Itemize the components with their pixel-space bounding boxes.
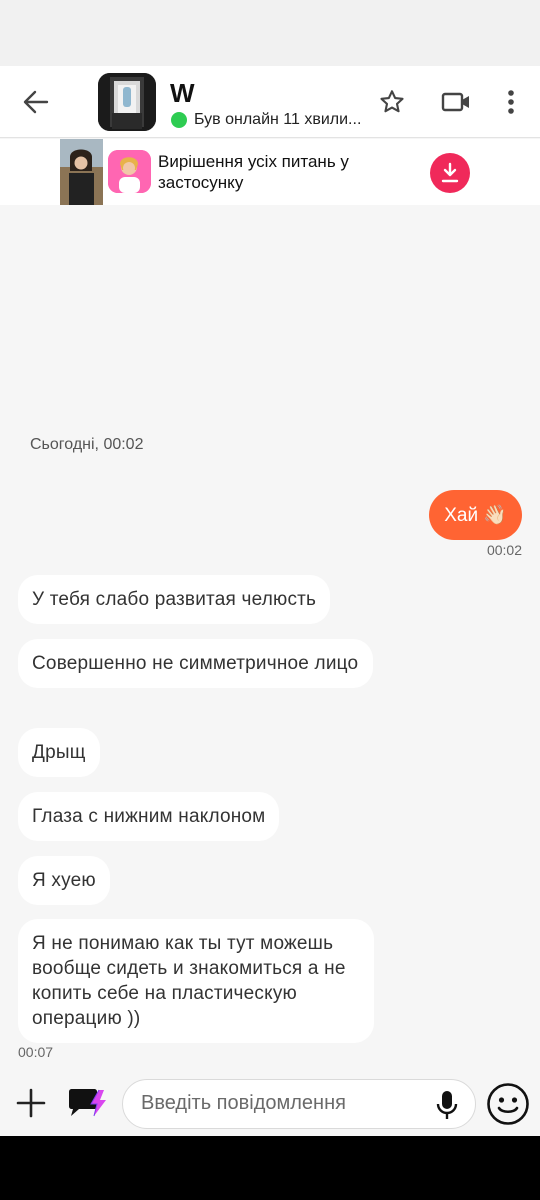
incoming-message[interactable]: Я не понимаю как ты тут можешь вообще си… xyxy=(18,919,374,1043)
incoming-message-time: 00:07 xyxy=(18,1044,54,1060)
plus-icon xyxy=(16,1088,46,1118)
online-status: Був онлайн 11 хвили... xyxy=(171,111,361,129)
ad-thumbnail: AD xyxy=(60,139,103,205)
date-separator: Сьогодні, 00:02 xyxy=(30,436,144,453)
microphone-icon xyxy=(436,1091,458,1119)
attach-button[interactable] xyxy=(14,1086,48,1120)
back-button[interactable] xyxy=(20,86,52,118)
quick-reply-icon xyxy=(69,1089,106,1117)
message-input-container xyxy=(122,1079,476,1129)
emoji-icon xyxy=(487,1083,529,1125)
outgoing-message-time: 00:02 xyxy=(486,542,522,558)
ad-banner[interactable]: AD Вирішення усіх питань у застосунку xyxy=(0,139,540,205)
incoming-message[interactable]: Совершенно не симметричное лицо xyxy=(18,639,373,688)
online-status-text: Був онлайн 11 хвили... xyxy=(194,111,362,128)
ad-download-button[interactable] xyxy=(430,153,470,193)
voice-message-button[interactable] xyxy=(433,1090,461,1120)
incoming-message[interactable]: Дрыщ xyxy=(18,728,100,777)
outgoing-message[interactable]: Хай 👋🏻 xyxy=(429,490,522,540)
message-input[interactable] xyxy=(141,1092,421,1115)
more-options-button[interactable] xyxy=(495,86,527,118)
chat-header: W Був онлайн 11 хвили... xyxy=(0,66,540,138)
contact-name[interactable]: W xyxy=(170,78,195,109)
ad-text: Вирішення усіх питань у застосунку xyxy=(158,152,349,192)
incoming-message[interactable]: Глаза с нижним наклоном xyxy=(18,792,280,841)
incoming-message[interactable]: Я хуею xyxy=(18,856,110,905)
online-dot-icon xyxy=(171,112,187,128)
system-navigation-bar xyxy=(0,1136,540,1200)
back-arrow-icon xyxy=(23,90,49,114)
star-icon xyxy=(380,90,404,113)
video-camera-icon xyxy=(441,92,469,112)
message-composer xyxy=(0,1072,540,1136)
download-icon xyxy=(441,162,459,183)
more-vertical-icon xyxy=(508,90,514,114)
video-call-button[interactable] xyxy=(440,86,472,118)
ad-app-icon xyxy=(108,150,151,193)
emoji-button[interactable] xyxy=(486,1082,530,1126)
quick-reply-button[interactable] xyxy=(66,1086,110,1120)
incoming-message[interactable]: У тебя слабо развитая челюсть xyxy=(18,575,331,624)
contact-avatar[interactable] xyxy=(98,73,156,131)
status-bar xyxy=(0,0,540,66)
favorite-button[interactable] xyxy=(376,86,408,118)
